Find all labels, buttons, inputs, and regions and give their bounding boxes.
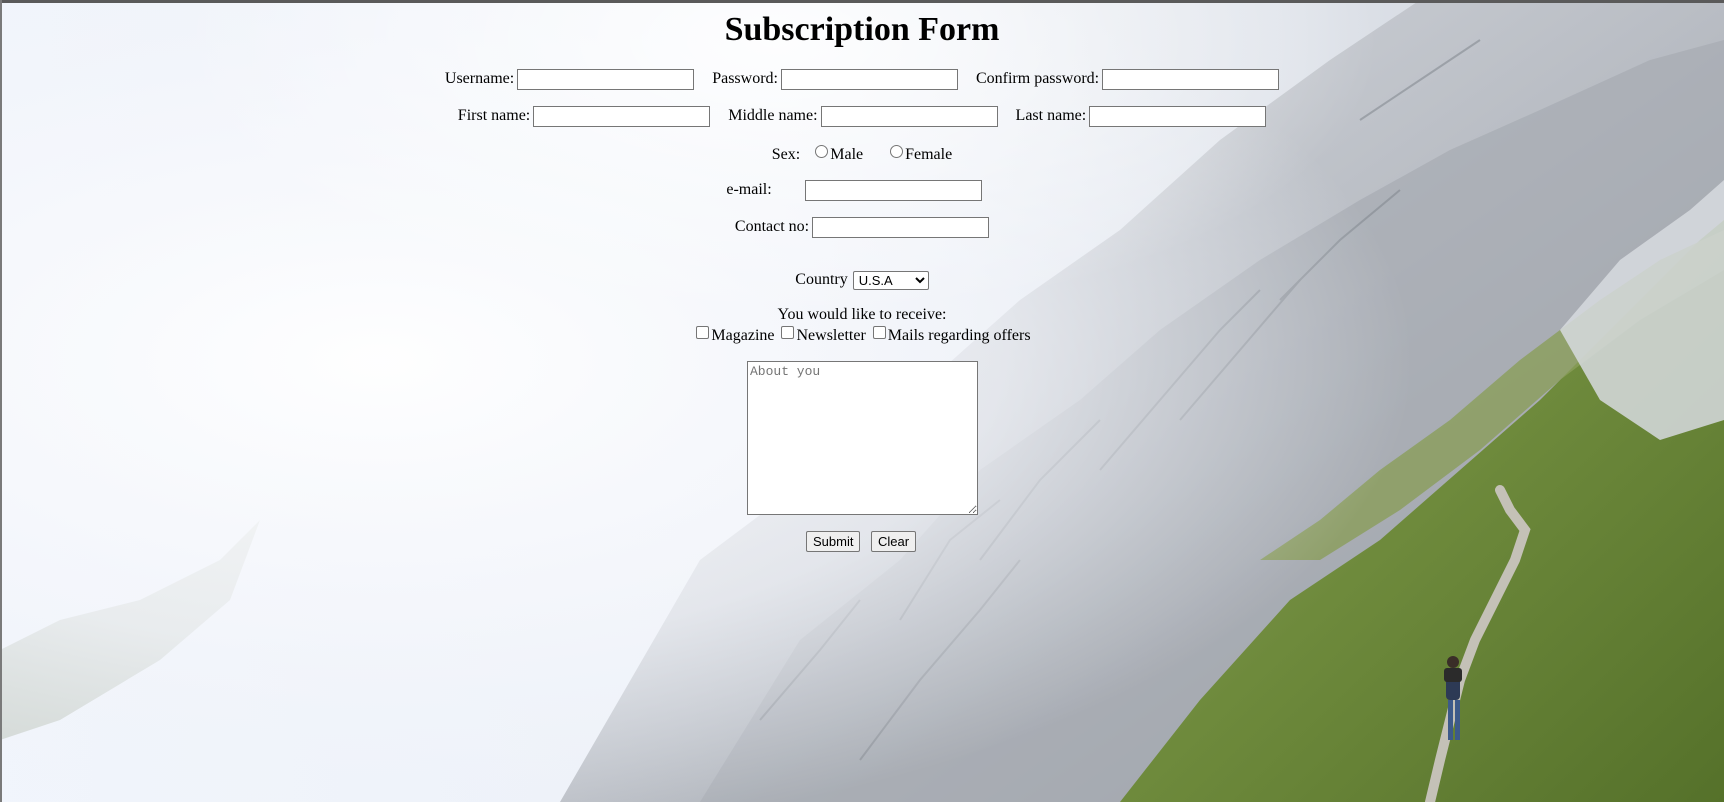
offers-label: Mails regarding offers <box>887 327 1031 344</box>
account-row: Username: Password: Confirm password: <box>0 69 1724 90</box>
page-title: Subscription Form <box>724 11 1000 48</box>
offers-checkbox[interactable] <box>872 326 886 339</box>
sex-label: Sex: <box>771 146 801 163</box>
receive-label: You would like to receive: <box>777 306 947 323</box>
magazine-label: Magazine <box>711 327 775 344</box>
middle-name-input[interactable] <box>820 106 998 127</box>
confirm-password-label: Confirm password: <box>975 70 1100 88</box>
submit-button[interactable]: Submit <box>806 531 861 552</box>
sex-row: Sex: Male Female <box>0 145 1724 164</box>
contact-row: Contact no: <box>0 217 1724 238</box>
first-name-input[interactable] <box>533 106 711 127</box>
password-label: Password: <box>712 70 778 88</box>
country-select[interactable]: U.S.A <box>852 271 929 290</box>
clear-button[interactable]: Clear <box>871 531 917 552</box>
first-name-label: First name: <box>457 107 531 125</box>
username-label: Username: <box>444 70 515 88</box>
male-radio-label: Male <box>830 146 864 163</box>
subscription-form: Subscription Form Username: Password: Conf… <box>0 0 1724 802</box>
magazine-checkbox[interactable] <box>696 326 710 339</box>
receive-heading-row: You would like to receive: <box>0 306 1724 324</box>
receive-options-row: Magazine Newsletter Mails regarding offe… <box>0 326 1724 345</box>
email-input[interactable] <box>804 180 982 201</box>
contact-input[interactable] <box>812 217 990 238</box>
female-radio[interactable] <box>890 145 904 158</box>
email-label: e-mail: <box>726 181 772 199</box>
contact-label: Contact no: <box>734 218 810 236</box>
female-radio-label: Female <box>905 146 953 163</box>
last-name-label: Last name: <box>1015 107 1087 125</box>
country-row: Country U.S.A <box>0 271 1724 290</box>
username-input[interactable] <box>517 69 695 90</box>
name-row: First name: Middle name: Last name: <box>0 106 1724 127</box>
confirm-password-input[interactable] <box>1102 69 1280 90</box>
password-input[interactable] <box>780 69 958 90</box>
male-radio[interactable] <box>815 145 829 158</box>
newsletter-label: Newsletter <box>796 327 866 344</box>
middle-name-label: Middle name: <box>728 107 818 125</box>
last-name-input[interactable] <box>1089 106 1267 127</box>
window-top-border <box>0 0 1724 3</box>
about-textarea[interactable] <box>747 361 978 515</box>
country-label: Country <box>795 271 848 289</box>
newsletter-checkbox[interactable] <box>781 326 795 339</box>
window-left-border <box>0 0 2 802</box>
email-row: e-mail: <box>0 180 1716 201</box>
